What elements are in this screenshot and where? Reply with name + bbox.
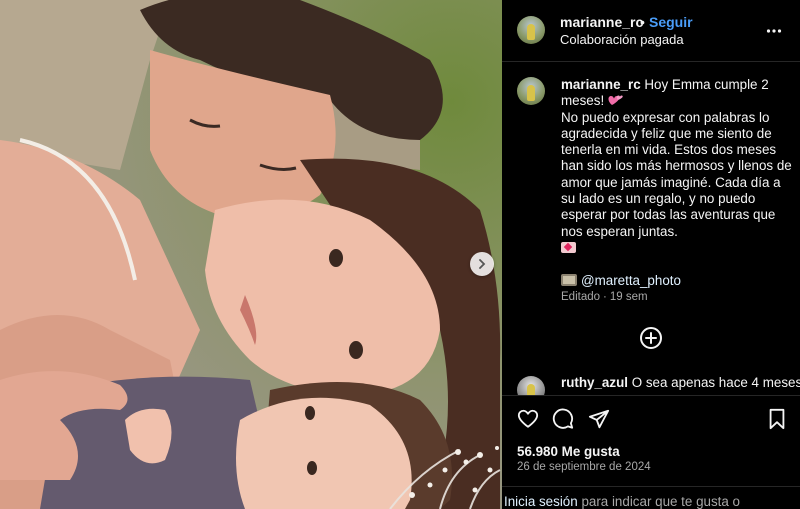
post-photo <box>0 0 502 509</box>
post-details-panel: marianne_rc • Seguir Colaboración pagada… <box>502 0 800 509</box>
heart-icon[interactable] <box>517 408 539 430</box>
comment-text: ruthy_azul O sea apenas hace 4 meses <box>561 375 800 390</box>
post-age: 19 sem <box>609 291 648 303</box>
load-more-comments-icon[interactable] <box>639 326 663 350</box>
caption-text: marianne_rc Hoy Emma cumple 2 meses! No … <box>561 77 793 289</box>
actions-bar: 56.980 Me gusta 26 de septiembre de 2024… <box>502 395 800 509</box>
chevron-right-icon <box>479 259 486 269</box>
login-description: para indicar que te gusta o <box>581 494 741 509</box>
caption-body: No puedo expresar con palabras lo agrade… <box>561 109 792 239</box>
avatar[interactable] <box>517 376 545 395</box>
love-letter-icon <box>561 241 576 253</box>
carousel-next-button[interactable] <box>470 252 494 276</box>
paid-partnership-label[interactable]: Colaboración pagada <box>560 32 684 47</box>
more-horizontal-icon[interactable] <box>766 23 782 39</box>
film-camera-icon <box>561 273 577 286</box>
comments-section[interactable]: marianne_rc Hoy Emma cumple 2 meses! No … <box>502 63 800 395</box>
caption-meta: Editado · 19 sem <box>561 291 648 303</box>
edited-label: Editado <box>561 291 601 303</box>
login-link[interactable]: Inicia sesión <box>504 494 578 509</box>
separator-dot: • <box>640 14 645 30</box>
bookmark-icon[interactable] <box>766 408 788 430</box>
login-text: Inicia sesión para indicar que te gusta … <box>504 494 740 509</box>
likes-count[interactable]: 56.980 Me gusta <box>517 444 620 459</box>
family-photo-illustration <box>0 0 502 509</box>
two-hearts-icon <box>608 95 623 106</box>
follow-button[interactable]: Seguir <box>649 14 693 30</box>
header-username[interactable]: marianne_rc <box>560 14 643 30</box>
share-icon[interactable] <box>588 408 610 430</box>
comment-body: O sea apenas hace 4 meses <box>631 375 800 390</box>
photographer-link[interactable]: @maretta_photo <box>581 273 681 288</box>
comment-username[interactable]: ruthy_azul <box>561 375 628 390</box>
comment-icon[interactable] <box>552 408 574 430</box>
post-header: marianne_rc • Seguir Colaboración pagada <box>502 0 800 62</box>
avatar[interactable] <box>517 16 545 44</box>
caption-username[interactable]: marianne_rc <box>561 77 641 92</box>
post-date[interactable]: 26 de septiembre de 2024 <box>517 461 651 473</box>
login-prompt: Inicia sesión para indicar que te gusta … <box>502 486 800 509</box>
avatar[interactable] <box>517 77 545 105</box>
